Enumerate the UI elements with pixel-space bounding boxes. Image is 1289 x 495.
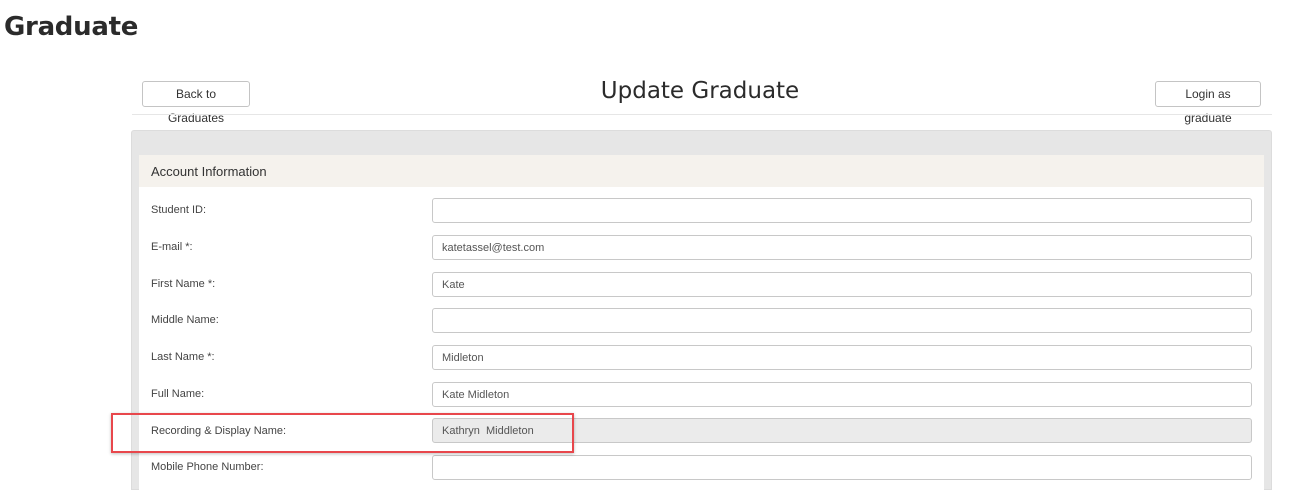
middle-name-label: Middle Name: xyxy=(151,314,219,326)
first-name-label: First Name *: xyxy=(151,278,216,290)
form-title: Update Graduate xyxy=(600,78,800,104)
highlight-annotation-box xyxy=(111,413,574,453)
student-id-input[interactable] xyxy=(432,198,1252,223)
header-divider xyxy=(132,114,1272,115)
login-as-graduate-button[interactable]: Login as graduate xyxy=(1155,81,1261,125)
full-name-input[interactable] xyxy=(432,382,1252,407)
page-heading: Graduate xyxy=(4,12,139,42)
mobile-phone-input[interactable] xyxy=(432,455,1252,480)
student-id-label: Student ID: xyxy=(151,204,207,216)
last-name-label: Last Name *: xyxy=(151,351,215,363)
email-input[interactable] xyxy=(432,235,1252,260)
first-name-input[interactable] xyxy=(432,272,1252,297)
mobile-phone-label: Mobile Phone Number: xyxy=(151,461,264,473)
email-label: E-mail *: xyxy=(151,241,193,253)
back-to-graduates-button[interactable]: Back to Graduates xyxy=(142,81,250,125)
account-information-header: Account Information xyxy=(139,155,1264,187)
middle-name-input[interactable] xyxy=(432,308,1252,333)
section-title: Account Information xyxy=(151,164,267,179)
full-name-label: Full Name: xyxy=(151,388,205,400)
last-name-input[interactable] xyxy=(432,345,1252,370)
